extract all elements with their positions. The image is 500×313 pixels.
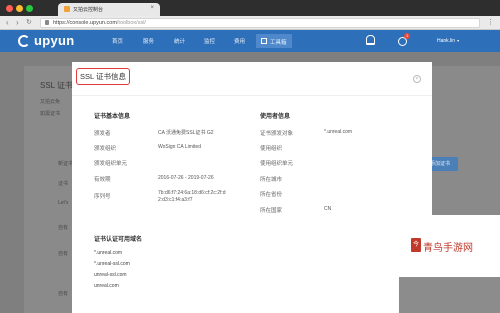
notification-badge: 1 <box>404 33 411 39</box>
background-text: Let's <box>58 200 69 206</box>
divider <box>72 95 432 96</box>
country-value: CN <box>324 206 332 212</box>
nav-home[interactable]: 首页 <box>112 37 123 45</box>
background-text: 如需证书 <box>40 111 61 117</box>
forward-arrow-icon[interactable]: › <box>16 18 19 28</box>
app-header: upyun 首页 服务 统计 监控 费用 工具箱 1 Hank.lin ▾ <box>0 30 500 52</box>
nav-stats[interactable]: 统计 <box>174 37 185 45</box>
serial-label: 序列号 <box>94 194 111 200</box>
url-input[interactable]: https://console.upyun.com/toolbox/ssl/ <box>40 18 480 28</box>
issuer-label: 颁发者 <box>94 131 111 137</box>
logo-mark-icon <box>18 35 30 47</box>
user-menu[interactable]: Hank.lin ▾ <box>437 38 459 44</box>
browser-tab[interactable]: 又拍云控制台 × <box>58 3 160 16</box>
watermark-text: 青鸟手游网 <box>423 243 473 254</box>
bell-icon[interactable] <box>366 35 375 45</box>
tab-title: 又拍云控制台 <box>73 7 104 13</box>
serial-value: 7b:d6:f7:24:6a:18:d6:cf:2c:2f:d2:d3:c1:f… <box>158 190 226 203</box>
nav-services[interactable]: 服务 <box>143 37 154 45</box>
ssl-info-modal: SSL 证书信息 × 证书基本信息 颁发者 颁发组织 颁发组织单元 有效期 序列… <box>72 62 432 313</box>
address-bar: ‹ › ↻ https://console.upyun.com/toolbox/… <box>0 16 500 30</box>
watermark-logo: 今 青鸟手游网 <box>399 215 500 277</box>
validity-label: 有效期 <box>94 177 111 183</box>
url-text: https://console.upyun.com/toolbox/ssl/ <box>53 20 146 26</box>
chevron-down-icon: ▾ <box>457 38 460 43</box>
province-label: 所在省份 <box>260 192 283 198</box>
nav-monitor[interactable]: 监控 <box>204 37 215 45</box>
background-tab: 新证书 <box>58 161 74 167</box>
issuer-unit-label: 颁发组织单元 <box>94 161 128 167</box>
maximize-window-button[interactable] <box>26 5 33 12</box>
domains-heading: 证书认证可用域名 <box>94 237 143 243</box>
subject-label: 证书颁发对象 <box>260 131 294 137</box>
back-arrow-icon[interactable]: ‹ <box>6 18 9 28</box>
watermark-seal-icon: 今 <box>411 238 421 252</box>
basic-info-heading: 证书基本信息 <box>94 114 131 120</box>
close-icon[interactable]: × <box>413 75 421 83</box>
subject-unit-label: 使用组织单元 <box>260 161 294 167</box>
issuer-org-label: 颁发组织 <box>94 146 117 152</box>
background-text: 自有 <box>58 291 69 297</box>
subject-value: *.unreal.com <box>324 129 353 135</box>
domain-item: unreal.com <box>94 283 119 289</box>
tab-close-icon[interactable]: × <box>150 5 154 11</box>
city-label: 所在城市 <box>260 177 283 183</box>
background-text: 证书 <box>58 181 69 187</box>
lock-icon <box>45 20 49 25</box>
validity-value: 2016-07-26 - 2019-07-26 <box>158 175 214 181</box>
toolbox-icon <box>261 38 267 44</box>
background-title: SSL 证书 <box>40 81 74 90</box>
domain-item: *.unreal.com <box>94 250 123 256</box>
background-text: 自有 <box>58 251 69 257</box>
background-text: 自有 <box>58 225 69 231</box>
domain-item: *.unreal-ssl.com <box>94 261 130 267</box>
background-text: 又拍云免 <box>40 99 61 105</box>
subject-info-heading: 使用者信息 <box>260 114 291 120</box>
modal-title: SSL 证书信息 <box>76 68 130 85</box>
nav-toolbox[interactable]: 工具箱 <box>256 34 292 48</box>
favicon-icon <box>64 6 70 12</box>
reload-icon[interactable]: ↻ <box>26 18 32 28</box>
background-corner <box>399 277 500 313</box>
minimize-window-button[interactable] <box>16 5 23 12</box>
subject-org-label: 使用组织 <box>260 146 283 152</box>
browser-menu-icon[interactable]: ⋮ <box>487 18 494 26</box>
browser-titlebar: 又拍云控制台 × <box>0 0 500 16</box>
country-label: 所在国家 <box>260 208 283 214</box>
issuer-org-value: WoSign CA Limited <box>158 144 201 150</box>
issuer-value: CA 沃通免费SSL证书 G2 <box>158 130 214 136</box>
nav-billing[interactable]: 费用 <box>234 37 245 45</box>
domain-item: unreal-ssl.com <box>94 272 127 278</box>
close-window-button[interactable] <box>6 5 13 12</box>
